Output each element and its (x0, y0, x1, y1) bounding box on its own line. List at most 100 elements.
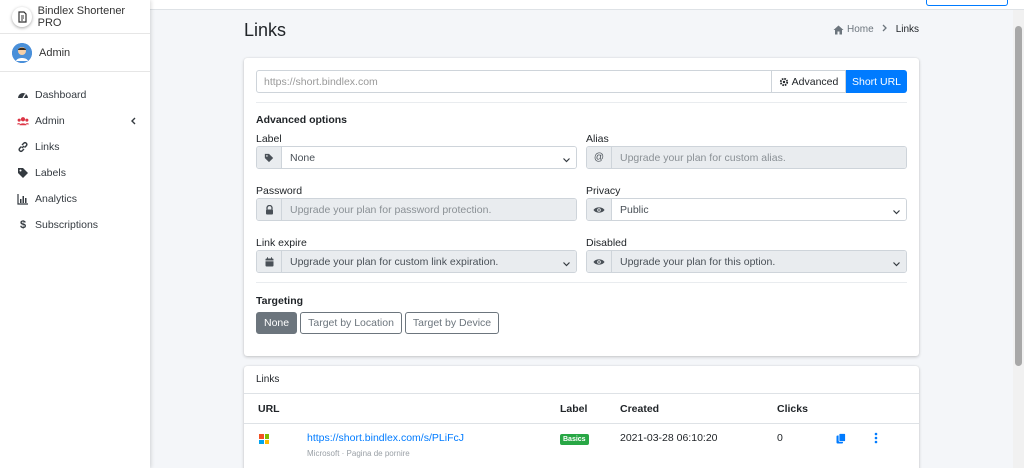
label-field-label: Label (256, 133, 282, 145)
column-header-label: Label (560, 403, 588, 415)
sidebar-nav: Dashboard Admin Links Labels Analytics $… (0, 72, 150, 238)
sidebar-item-analytics[interactable]: Analytics (0, 186, 150, 212)
sidebar-item-label: Admin (35, 115, 65, 127)
shorten-card: https://short.bindlex.com Advanced Short… (244, 58, 919, 356)
brand[interactable]: Bindlex Shortener PRO (0, 0, 150, 34)
sidebar-item-label: Subscriptions (35, 219, 99, 231)
url-input[interactable]: https://short.bindlex.com (256, 70, 772, 93)
links-card: Links URL Label Created Clicks https://s… (244, 366, 919, 468)
advanced-button-label: Advanced (791, 75, 839, 88)
gear-icon (779, 77, 789, 87)
divider (256, 102, 907, 103)
avatar (12, 42, 32, 63)
privacy-field-label: Privacy (586, 185, 621, 197)
sidebar-item-label: Dashboard (35, 89, 87, 101)
chevron-left-icon (130, 116, 136, 128)
targeting-button-group: None Target by Location Target by Device (256, 312, 502, 334)
label-select-value: None (282, 147, 576, 168)
chevron-down-icon (893, 258, 900, 270)
link-clicks: 0 (777, 432, 783, 444)
microsoft-favicon-icon (259, 434, 269, 444)
password-input-placeholder: Upgrade your plan for password protectio… (282, 199, 576, 220)
privacy-select-value: Public (612, 199, 906, 220)
dollar-icon: $ (19, 219, 27, 231)
user-name: Admin (39, 46, 71, 59)
advanced-options-title: Advanced options (256, 114, 348, 126)
chevron-right-icon (882, 24, 888, 35)
table-header-divider (244, 423, 919, 424)
column-header-clicks: Clicks (777, 403, 808, 415)
breadcrumb-home[interactable]: Home (833, 24, 874, 35)
top-navbar (150, 0, 1024, 10)
chart-icon (17, 193, 29, 205)
breadcrumb-home-label: Home (847, 24, 874, 35)
sidebar-item-admin[interactable]: Admin (0, 108, 150, 134)
divider (256, 282, 907, 283)
password-field-label: Password (256, 185, 303, 197)
breadcrumb-current: Links (895, 24, 920, 35)
targeting-device-button[interactable]: Target by Device (404, 312, 500, 334)
chevron-down-icon (893, 206, 900, 218)
label-select[interactable]: None (256, 146, 577, 169)
top-right-button[interactable] (926, 0, 1008, 6)
home-icon (833, 25, 844, 35)
short-url-button[interactable]: Short URL (846, 70, 907, 93)
lock-icon (257, 199, 282, 220)
label-select-text: None (290, 151, 316, 164)
disabled-select-text: Upgrade your plan for this option. (620, 255, 776, 268)
brand-logo (12, 6, 32, 27)
dashboard-icon (17, 89, 29, 101)
sidebar-item-links[interactable]: Links (0, 134, 150, 160)
privacy-select-text: Public (620, 203, 649, 216)
tag-icon (257, 147, 282, 168)
targeting-location-button[interactable]: Target by Location (300, 312, 402, 334)
sidebar-item-label: Analytics (35, 193, 78, 205)
tag-icon (17, 167, 29, 179)
targeting-title: Targeting (256, 295, 304, 307)
sidebar-item-label: Labels (35, 167, 66, 179)
copy-icon[interactable] (836, 433, 846, 447)
shorten-url-group: https://short.bindlex.com Advanced Short… (256, 70, 907, 93)
expire-select-text: Upgrade your plan for custom link expira… (290, 255, 499, 268)
at-icon: @ (587, 147, 612, 168)
disabled-select-value: Upgrade your plan for this option. (612, 251, 906, 272)
sidebar-item-label: Links (35, 141, 60, 153)
sidebar-item-subscriptions[interactable]: $ Subscriptions (0, 212, 150, 238)
alias-field-label: Alias (586, 133, 609, 145)
page-title: Links (244, 20, 287, 40)
users-icon (17, 115, 29, 127)
sidebar-item-labels[interactable]: Labels (0, 160, 150, 186)
more-options-icon[interactable] (874, 432, 878, 447)
link-icon (17, 141, 29, 153)
column-header-created: Created (620, 403, 660, 415)
eye-icon (587, 251, 612, 272)
eye-icon (587, 199, 612, 220)
targeting-none-button[interactable]: None (256, 312, 298, 334)
alias-input-placeholder: Upgrade your plan for custom alias. (612, 147, 906, 168)
alias-input[interactable]: @ Upgrade your plan for custom alias. (586, 146, 907, 169)
brand-name: Bindlex Shortener PRO (37, 4, 126, 29)
disabled-select[interactable]: Upgrade your plan for this option. (586, 250, 907, 273)
user-panel[interactable]: Admin (0, 34, 150, 72)
chevron-down-icon (563, 154, 570, 166)
column-header-url: URL (258, 403, 280, 415)
link-created: 2021-03-28 06:10:20 (620, 432, 718, 444)
expire-select-value: Upgrade your plan for custom link expira… (282, 251, 576, 272)
label-badge[interactable]: Basics (560, 434, 589, 445)
calendar-icon (257, 251, 282, 272)
sidebar: Bindlex Shortener PRO Admin Dashboard Ad… (0, 0, 150, 468)
disabled-field-label: Disabled (586, 237, 627, 249)
password-input[interactable]: Upgrade your plan for password protectio… (256, 198, 577, 221)
privacy-select[interactable]: Public (586, 198, 907, 221)
scrollbar-thumb[interactable] (1015, 26, 1022, 366)
link-page-title: Microsoft · Pagina de pornire (307, 449, 410, 458)
sidebar-item-dashboard[interactable]: Dashboard (0, 82, 150, 108)
links-card-title: Links (244, 366, 919, 394)
chevron-down-icon (563, 258, 570, 270)
breadcrumb: Home Links (833, 24, 919, 35)
link-url[interactable]: https://short.bindlex.com/s/PLiFcJ (307, 432, 464, 444)
advanced-button[interactable]: Advanced (772, 70, 846, 93)
expire-select[interactable]: Upgrade your plan for custom link expira… (256, 250, 577, 273)
scrollbar[interactable] (1013, 10, 1024, 468)
expire-field-label: Link expire (256, 237, 307, 249)
